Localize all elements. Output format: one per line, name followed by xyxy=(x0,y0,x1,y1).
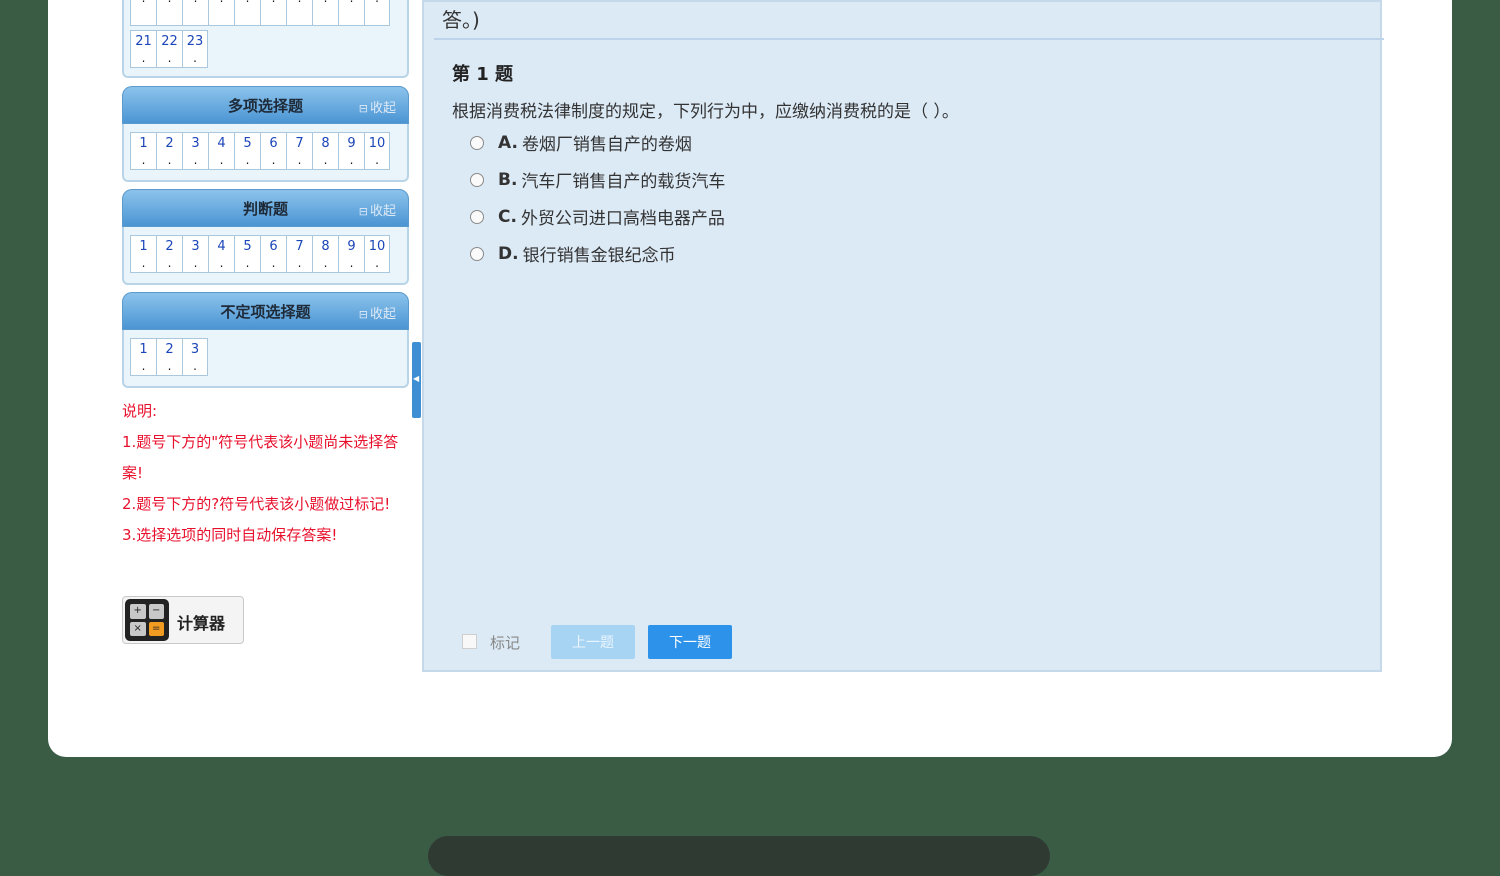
question-cell-23[interactable]: 23. xyxy=(182,30,208,68)
option-d[interactable]: D. 银行销售金银纪念币 xyxy=(470,241,676,266)
question-cell[interactable]: 8. xyxy=(312,235,338,273)
radio-button[interactable] xyxy=(470,209,484,224)
calculator-label: 计算器 xyxy=(177,614,226,633)
mark-label: 标记 xyxy=(490,634,521,652)
question-cell[interactable]: . xyxy=(312,0,338,26)
radio-button[interactable] xyxy=(470,135,484,150)
note-item: 2.题号下方的?符号代表该小题做过标记! xyxy=(122,495,391,513)
collapse-button[interactable]: ⊟ 收起 xyxy=(359,97,396,116)
collapse-button[interactable]: ⊟ 收起 xyxy=(359,200,396,219)
note-item: 3.选择选项的同时自动保存答案! xyxy=(122,526,338,544)
question-cell[interactable]: 9. xyxy=(338,132,364,170)
indefinite-choice-grid: 1. 2. 3. xyxy=(122,330,409,388)
grid-row: 1. 2. 3. 4. 5. 6. 7. 8. 9. 10. xyxy=(130,235,390,273)
question-cell[interactable]: . xyxy=(234,0,260,26)
radio-button[interactable] xyxy=(470,172,484,187)
question-cell[interactable]: 3. xyxy=(182,132,208,170)
instructions-notes: 说明: 1.题号下方的"符号代表该小题尚未选择答案! 2.题号下方的?符号代表该… xyxy=(122,396,412,551)
question-cell[interactable]: 6. xyxy=(260,235,286,273)
chevron-left-icon: ◀ xyxy=(413,374,420,383)
single-choice-grid: . . . . . . . . . . 21. 22. 23. xyxy=(122,0,409,78)
option-text: 汽车厂销售自产的载货汽车 xyxy=(521,172,726,192)
question-cell[interactable]: 2. xyxy=(156,235,182,273)
question-cell[interactable]: 6. xyxy=(260,132,286,170)
grid-row: 1. 2. 3. 4. 5. 6. 7. 8. 9. 10. xyxy=(130,132,390,170)
option-letter: A. xyxy=(498,132,518,153)
question-cell[interactable]: 4. xyxy=(208,132,234,170)
question-cell[interactable]: 5. xyxy=(234,235,260,273)
radio-button[interactable] xyxy=(470,246,484,261)
option-text: 银行销售金银纪念币 xyxy=(522,246,676,266)
option-letter: D. xyxy=(498,243,519,264)
divider xyxy=(434,38,1384,40)
next-question-button[interactable]: 下一题 xyxy=(648,625,732,659)
section-header-indefinite-choice: 不定项选择题 ⊟ 收起 xyxy=(122,292,409,330)
question-panel: 答。) 第 1 题 根据消费税法律制度的规定，下列行为中，应缴纳消费税的是（ ）… xyxy=(422,0,1384,672)
note-item: 1.题号下方的"符号代表该小题尚未选择答案! xyxy=(122,433,399,482)
option-text: 卷烟厂销售自产的卷烟 xyxy=(521,135,692,155)
question-cell[interactable]: 10. xyxy=(364,235,390,273)
question-cell[interactable]: 1. xyxy=(130,338,156,376)
question-cell[interactable]: . xyxy=(364,0,390,26)
bottom-bar xyxy=(428,836,1050,876)
question-cell[interactable]: 2. xyxy=(156,338,182,376)
question-cell[interactable]: . xyxy=(260,0,286,26)
option-letter: B. xyxy=(498,169,518,190)
question-number: 第 1 题 xyxy=(452,64,514,85)
question-cell[interactable]: 7. xyxy=(286,235,312,273)
question-cell[interactable]: 3. xyxy=(182,235,208,273)
option-b[interactable]: B. 汽车厂销售自产的载货汽车 xyxy=(470,167,725,192)
question-cell[interactable]: . xyxy=(208,0,234,26)
grid-row: 21. 22. 23. xyxy=(130,30,208,68)
question-cell[interactable]: 2. xyxy=(156,132,182,170)
question-cell[interactable]: 5. xyxy=(234,132,260,170)
notes-heading: 说明: xyxy=(122,402,158,420)
question-cell-22[interactable]: 22. xyxy=(156,30,182,68)
question-cell[interactable]: . xyxy=(156,0,182,26)
option-letter: C. xyxy=(498,206,517,227)
grid-row-partial: . . . . . . . . . . xyxy=(130,0,390,26)
grid-row: 1. 2. 3. xyxy=(130,338,208,376)
collapse-icon: ⊟ xyxy=(358,102,368,115)
true-false-grid: 1. 2. 3. 4. 5. 6. 7. 8. 9. 10. xyxy=(122,227,409,285)
question-cell[interactable]: 1. xyxy=(130,235,156,273)
mark-checkbox[interactable] xyxy=(462,634,477,649)
section-header-true-false: 判断题 ⊟ 收起 xyxy=(122,189,409,227)
calculator-icon: + − × = xyxy=(125,599,169,641)
question-cell[interactable]: 9. xyxy=(338,235,364,273)
question-cell[interactable]: 1. xyxy=(130,132,156,170)
collapse-icon: ⊟ xyxy=(358,308,368,321)
panel-splitter[interactable]: ◀ xyxy=(412,342,421,418)
question-cell[interactable]: . xyxy=(182,0,208,26)
question-cell[interactable]: 4. xyxy=(208,235,234,273)
question-cell[interactable]: . xyxy=(338,0,364,26)
question-text: 根据消费税法律制度的规定，下列行为中，应缴纳消费税的是（ ）。 xyxy=(452,102,959,122)
instruction-text-tail: 答。) xyxy=(442,8,480,32)
question-cell[interactable]: . xyxy=(286,0,312,26)
option-text: 外贸公司进口高档电器产品 xyxy=(520,209,725,229)
option-a[interactable]: A. 卷烟厂销售自产的卷烟 xyxy=(470,130,692,155)
prev-question-button[interactable]: 上一题 xyxy=(551,625,635,659)
question-cell[interactable]: 3. xyxy=(182,338,208,376)
option-c[interactable]: C. 外贸公司进口高档电器产品 xyxy=(470,204,725,229)
question-cell[interactable]: . xyxy=(130,0,156,26)
section-header-multiple-choice: 多项选择题 ⊟ 收起 xyxy=(122,86,409,124)
collapse-button[interactable]: ⊟ 收起 xyxy=(359,303,396,322)
collapse-icon: ⊟ xyxy=(358,205,368,218)
question-cell[interactable]: 8. xyxy=(312,132,338,170)
multiple-choice-grid: 1. 2. 3. 4. 5. 6. 7. 8. 9. 10. xyxy=(122,124,409,182)
question-cell[interactable]: 7. xyxy=(286,132,312,170)
question-cell[interactable]: 10. xyxy=(364,132,390,170)
calculator-button[interactable]: + − × = 计算器 xyxy=(122,596,244,644)
question-cell-21[interactable]: 21. xyxy=(130,30,156,68)
